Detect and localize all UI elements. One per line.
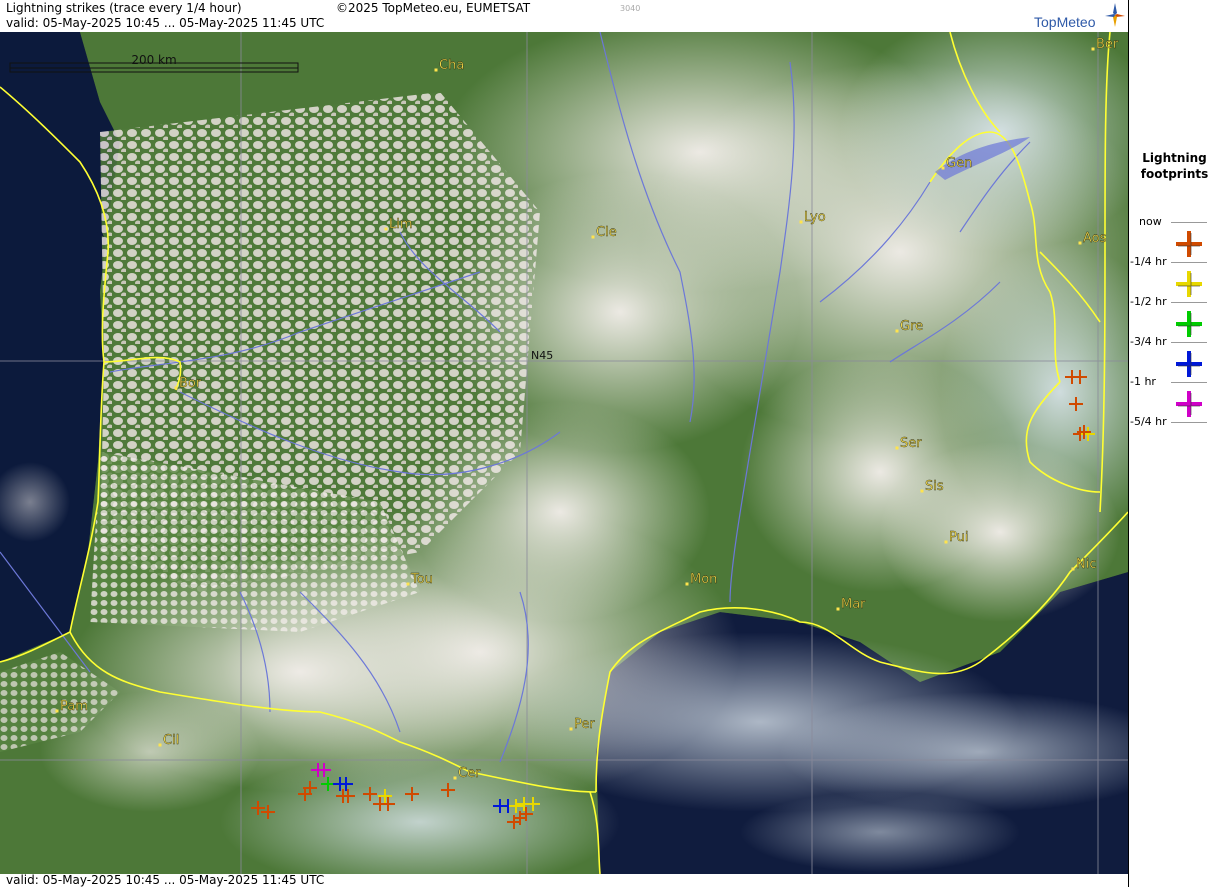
legend-cross-icon [1176, 231, 1202, 257]
legend-tick-rule [1171, 302, 1207, 303]
legend-panel: Lightning footprints now -1/4 hr -1/2 hr -3… [1128, 0, 1219, 887]
legend-tick-label: -3/4 hr [1130, 335, 1167, 348]
city-marker [453, 776, 457, 780]
city-label-tou: Tou [410, 572, 433, 587]
city-marker [941, 166, 945, 170]
city-label-gen: Gen [946, 156, 972, 171]
city-marker [895, 329, 899, 333]
city-marker [799, 220, 803, 224]
city-label-nic: Nic [1076, 557, 1096, 572]
city-marker [174, 386, 178, 390]
city-label-pam: Pam [60, 699, 88, 714]
legend-title-line1: Lightning [1142, 151, 1207, 165]
city-label-mon: Mon [690, 572, 717, 587]
scale-label: 200 km [131, 53, 176, 67]
footer-valid-time: valid: 05-May-2025 10:45 ... 05-May-2025… [6, 873, 325, 887]
legend-cross-icon [1176, 311, 1202, 337]
city-marker [920, 489, 924, 493]
valid-time: valid: 05-May-2025 10:45 ... 05-May-2025… [6, 16, 325, 30]
city-marker [569, 727, 573, 731]
map-title: Lightning strikes (trace every 1/4 hour) [6, 1, 242, 15]
satellite-map[interactable]: N45 200 km Cha Ber Gen Lim Cle Lyo Aos G… [0, 32, 1128, 874]
topmeteo-logo[interactable]: TopMeteo [1034, 14, 1095, 30]
city-label-cle: Cle [596, 225, 617, 240]
legend-cross-icon [1176, 391, 1202, 417]
legend-tick-label: now [1139, 215, 1162, 228]
compass-star-icon [1105, 3, 1125, 27]
map-code: 3040 [620, 4, 641, 13]
legend-tick-rule [1171, 342, 1207, 343]
map-canvas: N45 200 km ChaBerGenLimCleLyoAosGreBorSe… [0, 32, 1128, 874]
legend-tick-rule [1171, 382, 1207, 383]
city-label-bor: Bor [179, 376, 202, 391]
city-label-sis: Sis [925, 479, 944, 494]
legend-tick-label: -5/4 hr [1130, 415, 1167, 428]
city-label-aos: Aos [1083, 231, 1107, 246]
city-marker [406, 582, 410, 586]
city-marker [895, 446, 899, 450]
legend-tick-rule [1171, 422, 1207, 423]
city-label-lyo: Lyo [804, 210, 826, 225]
city-marker [384, 227, 388, 231]
city-label-gre: Gre [900, 319, 923, 334]
city-label-mar: Mar [841, 597, 866, 612]
city-marker [685, 582, 689, 586]
header-bar: Lightning strikes (trace every 1/4 hour)… [0, 0, 1128, 32]
city-marker [434, 68, 438, 72]
legend-cross-icon [1176, 271, 1202, 297]
city-label-ber: Ber [1096, 37, 1119, 52]
city-marker [158, 743, 162, 747]
city-label-per: Per [574, 717, 595, 732]
legend-cross-icon [1176, 351, 1202, 377]
city-label-cer: Cer [458, 766, 481, 781]
legend-title: Lightning footprints [1129, 150, 1219, 182]
legend-tick-label: -1/4 hr [1130, 255, 1167, 268]
legend-tick-rule [1171, 222, 1207, 223]
city-marker [55, 709, 59, 713]
legend-tick-rule [1171, 262, 1207, 263]
latitude-label: N45 [531, 349, 553, 362]
city-marker [944, 540, 948, 544]
city-label-cha: Cha [439, 58, 464, 73]
copyright: ©2025 TopMeteo.eu, EUMETSAT [336, 1, 531, 15]
footer-bar: valid: 05-May-2025 10:45 ... 05-May-2025… [0, 873, 1128, 887]
city-marker [1078, 241, 1082, 245]
city-marker [1091, 47, 1095, 51]
city-marker [836, 607, 840, 611]
city-marker [591, 235, 595, 239]
city-label-lim: Lim [389, 217, 413, 232]
legend-tick-label: -1/2 hr [1130, 295, 1167, 308]
legend-tick-label: -1 hr [1130, 375, 1156, 388]
city-label-ser: Ser [900, 436, 922, 451]
city-marker [1071, 567, 1075, 571]
legend-title-line2: footprints [1140, 167, 1209, 181]
city-label-pui: Pui [949, 530, 968, 545]
city-label-cil: Cil [163, 733, 179, 748]
